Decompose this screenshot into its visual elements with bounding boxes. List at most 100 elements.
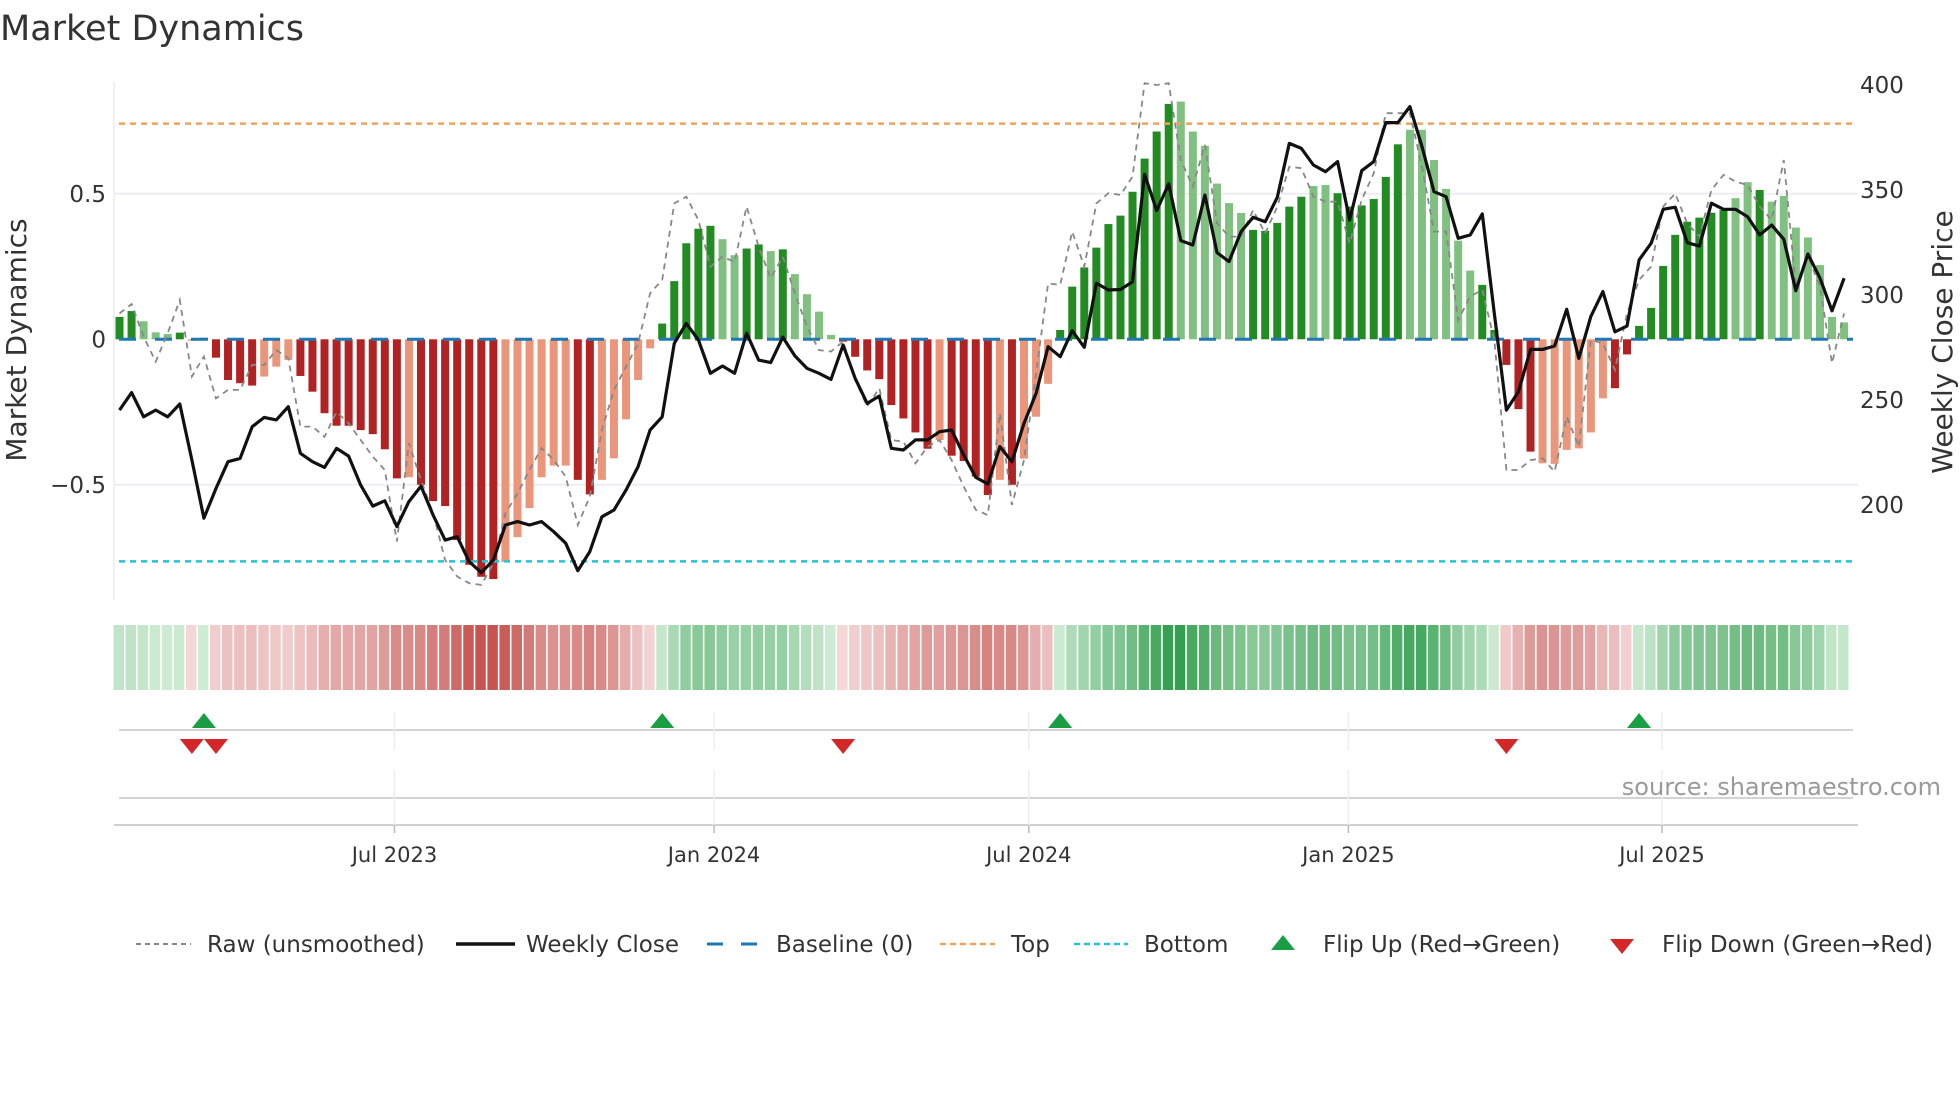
heatmap-cell <box>258 625 269 690</box>
heatmap-cell <box>1560 625 1572 690</box>
heatmap-cell <box>559 625 571 690</box>
momentum-bar <box>1261 230 1270 340</box>
momentum-bar <box>1586 339 1595 433</box>
momentum-bar <box>814 311 823 340</box>
heatmap-cell <box>1801 625 1813 690</box>
momentum-bar <box>1502 339 1511 365</box>
momentum-bar <box>1635 325 1644 340</box>
heatmap-cell <box>1235 625 1246 690</box>
momentum-bar <box>1285 206 1294 340</box>
momentum-bar <box>561 339 570 466</box>
momentum-bar <box>911 339 920 433</box>
heatmap-cell <box>1657 625 1668 690</box>
heatmap-cell <box>402 625 414 690</box>
heatmap-cell <box>1572 625 1584 690</box>
heatmap-cell <box>1621 625 1632 690</box>
heatmap-cell <box>692 625 703 690</box>
heatmap-cell <box>1729 625 1741 690</box>
y2-axis-label: Weekly Close Price <box>1926 210 1959 473</box>
momentum-bar <box>115 316 124 340</box>
y-axis-left: 0.5 0 −0.5 <box>50 182 106 499</box>
momentum-bar <box>320 339 329 414</box>
heatmap-cell <box>1813 625 1825 690</box>
momentum-bar <box>392 339 401 479</box>
momentum-bar <box>1357 205 1366 340</box>
heatmap-cell <box>571 625 583 690</box>
heatmap-cell <box>499 625 510 690</box>
heatmap-cell <box>957 625 969 690</box>
heatmap-cell <box>294 625 305 690</box>
heatmap-cell <box>1198 625 1210 690</box>
heatmap-cell <box>1476 625 1487 690</box>
legend-flip-up: Flip Up (Red→Green) <box>1323 932 1560 958</box>
legend-baseline: Baseline (0) <box>776 932 913 958</box>
momentum-bar <box>1659 265 1668 340</box>
heatmap-cell <box>1066 625 1077 690</box>
x-axis: Jul 2023 Jan 2024 Jul 2024 Jan 2025 Jul 2025 <box>350 712 1705 867</box>
heatmap-cell <box>1826 625 1837 690</box>
momentum-bar <box>248 339 257 386</box>
heatmap-cell <box>1174 625 1186 690</box>
heatmap-cell <box>270 625 281 690</box>
momentum-bar <box>718 239 727 340</box>
momentum-bar <box>827 334 836 340</box>
momentum-bar <box>1647 307 1656 340</box>
momentum-bar <box>549 339 558 466</box>
heatmap-cell <box>1247 625 1258 690</box>
y-tick-label: 0 <box>91 327 106 353</box>
x-tick-label: Jan 2024 <box>666 843 761 867</box>
heatmap-cell <box>1440 625 1451 690</box>
momentum-bar <box>224 339 233 381</box>
heatmap-cell <box>1777 625 1789 690</box>
chart-title: Market Dynamics <box>0 9 304 49</box>
heatmap-cell <box>656 625 667 690</box>
momentum-bar <box>211 339 220 358</box>
momentum-bar <box>971 339 980 477</box>
momentum-bar <box>935 339 944 440</box>
y2-tick-label: 200 <box>1860 493 1904 519</box>
momentum-bar <box>1381 176 1390 340</box>
momentum-bar <box>1550 339 1559 464</box>
momentum-bar <box>1538 339 1547 464</box>
heatmap-cell <box>981 625 993 690</box>
momentum-bar <box>368 339 377 435</box>
momentum-bar <box>766 251 775 340</box>
momentum-bar <box>706 225 715 340</box>
legend-bottom: Bottom <box>1144 932 1228 958</box>
heatmap-cell <box>1150 625 1162 690</box>
momentum-bar <box>923 339 932 449</box>
heatmap-cell <box>1138 625 1150 690</box>
y-tick-label: −0.5 <box>50 473 106 499</box>
momentum-bar <box>573 339 582 480</box>
momentum-bar <box>742 248 751 340</box>
y-axis-right: 400 350 300 250 200 <box>1860 73 1904 519</box>
heatmap-cell <box>764 625 776 690</box>
momentum-bar <box>175 332 184 340</box>
heatmap-cell <box>1259 625 1270 690</box>
momentum-bar <box>429 339 438 502</box>
momentum-bar <box>670 281 679 340</box>
heatmap-cell <box>632 625 643 690</box>
momentum-bar <box>404 339 413 478</box>
momentum-bar <box>1767 201 1776 340</box>
momentum-bar <box>380 339 389 450</box>
heatmap-cell <box>439 625 450 690</box>
momentum-bar <box>1369 199 1378 340</box>
heatmap-cell <box>1452 625 1463 690</box>
heatmap-cell <box>1307 625 1318 690</box>
heatmap-cell <box>511 625 522 690</box>
momentum-bar <box>622 339 631 420</box>
heatmap-cell <box>776 625 788 690</box>
market-dynamics-chart: Market Dynamics 0.5 0 −0.5 400 350 300 250 200… <box>0 9 1959 958</box>
heatmap-cell <box>1030 625 1041 690</box>
momentum-bar <box>1104 224 1113 340</box>
legend-flip-up-icon <box>1271 935 1295 950</box>
heatmap-cell <box>234 625 245 690</box>
momentum-bar <box>1321 185 1330 340</box>
momentum-bar <box>1225 203 1234 340</box>
heatmap-cell <box>342 625 354 690</box>
momentum-bar <box>1249 229 1258 340</box>
momentum-bar <box>308 339 317 392</box>
heatmap-cell <box>1126 625 1138 690</box>
heatmap-cell <box>1367 625 1379 690</box>
